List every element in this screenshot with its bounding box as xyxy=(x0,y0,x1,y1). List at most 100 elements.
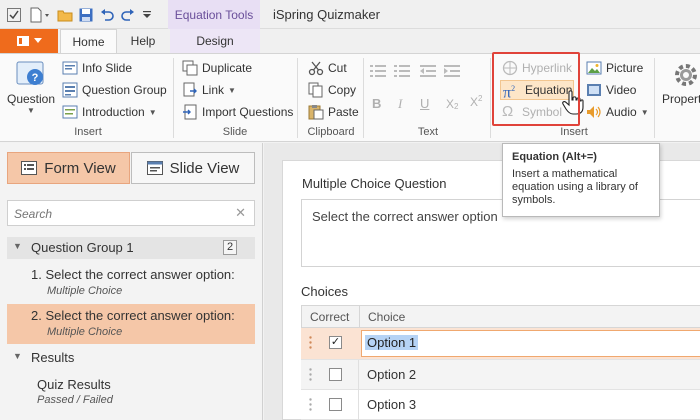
results-title: Quiz Results xyxy=(37,377,111,392)
duplicate-button[interactable]: Duplicate xyxy=(182,60,252,76)
text-group-label: Text xyxy=(417,126,439,138)
duplicate-icon xyxy=(182,60,198,76)
list-item[interactable]: Quiz Results Passed / Failed xyxy=(7,375,255,413)
chevron-down-icon[interactable]: ▼ xyxy=(13,241,22,251)
chevron-down-icon[interactable]: ▼ xyxy=(13,351,22,361)
bullet-list-button[interactable] xyxy=(370,64,386,78)
checkmark-icon[interactable] xyxy=(6,6,22,24)
list-item[interactable]: 1. Select the correct answer option: Mul… xyxy=(7,263,255,303)
question-icon: ? xyxy=(16,61,44,85)
question-group-row[interactable]: ▼ Question Group 1 2 xyxy=(7,237,255,259)
list-item[interactable]: 2. Select the correct answer option: Mul… xyxy=(7,304,255,344)
decrease-indent-button[interactable] xyxy=(420,64,436,78)
table-row[interactable]: ✓ Option 1 xyxy=(301,328,700,360)
info-slide-label: Info Slide xyxy=(82,61,133,75)
question-group-icon xyxy=(62,82,78,98)
bold-button[interactable]: B xyxy=(372,96,381,111)
tooltip-title: Equation (Alt+=) xyxy=(512,151,597,163)
link-label: Link xyxy=(202,83,225,97)
import-questions-label: Import Questions xyxy=(202,105,294,119)
table-row[interactable]: Option 3 xyxy=(301,390,700,420)
choice-text[interactable]: Option 2 xyxy=(367,367,416,382)
audio-label: Audio xyxy=(606,105,637,119)
slide-view-button[interactable]: Slide View xyxy=(131,152,255,184)
choices-heading: Choices xyxy=(301,284,348,299)
paste-button[interactable]: Paste xyxy=(308,104,359,120)
slide-view-label: Slide View xyxy=(169,159,240,177)
group-divider xyxy=(173,58,174,138)
tab-help[interactable]: Help xyxy=(117,29,169,53)
correct-checkbox[interactable] xyxy=(329,368,342,381)
open-folder-icon[interactable] xyxy=(56,6,74,24)
app-title: iSpring Quizmaker xyxy=(273,7,380,22)
close-icon[interactable]: ✕ xyxy=(235,205,246,221)
paste-label: Paste xyxy=(328,105,359,119)
cut-button[interactable]: Cut xyxy=(308,60,347,76)
video-button[interactable]: Video xyxy=(586,82,636,98)
insert-group-label: Insert xyxy=(74,126,102,138)
subscript-button[interactable]: X2 xyxy=(446,96,458,112)
choice-text[interactable]: Option 3 xyxy=(367,397,416,412)
redo-icon[interactable] xyxy=(120,6,136,24)
increase-indent-button[interactable] xyxy=(444,64,460,78)
properties-button[interactable]: Propert xyxy=(662,60,700,122)
column-divider xyxy=(359,306,360,328)
introduction-label: Introduction xyxy=(82,105,145,119)
drag-handle-icon[interactable] xyxy=(309,336,312,349)
drag-handle-icon[interactable] xyxy=(309,368,312,381)
table-row[interactable]: Option 2 xyxy=(301,360,700,390)
scissors-icon xyxy=(308,61,324,76)
italic-button[interactable]: I xyxy=(398,96,402,112)
choice-input[interactable]: Option 1 xyxy=(361,330,700,357)
choice-text: Option 1 xyxy=(365,335,419,350)
underline-button[interactable]: U xyxy=(420,96,429,111)
form-view-button[interactable]: Form View xyxy=(7,152,130,184)
picture-icon xyxy=(586,61,602,75)
form-view-icon xyxy=(21,161,38,175)
question-type: Multiple Choice xyxy=(47,326,123,338)
decrease-indent-icon xyxy=(420,65,436,77)
customize-toolbar-icon[interactable] xyxy=(140,6,154,24)
new-file-icon[interactable] xyxy=(28,6,52,24)
file-menu-button[interactable] xyxy=(0,29,58,53)
column-header-choice: Choice xyxy=(368,310,406,324)
info-slide-button[interactable]: Info Slide xyxy=(62,60,132,76)
duplicate-label: Duplicate xyxy=(202,61,253,75)
tab-home[interactable]: Home xyxy=(60,29,117,54)
undo-icon[interactable] xyxy=(99,6,115,24)
search-input[interactable] xyxy=(14,205,229,222)
results-subtitle: Passed / Failed xyxy=(37,394,113,406)
insert-media-group-label: Insert xyxy=(560,126,588,138)
numbered-list-button[interactable] xyxy=(394,64,410,78)
save-icon[interactable] xyxy=(78,6,94,24)
increase-indent-icon xyxy=(444,65,460,77)
question-type-heading: Multiple Choice Question xyxy=(302,176,447,191)
import-icon xyxy=(183,104,197,120)
hyperlink-button[interactable]: Hyperlink xyxy=(502,60,572,76)
picture-button[interactable]: Picture xyxy=(586,60,643,76)
audio-button[interactable]: Audio ▼ xyxy=(586,104,649,120)
question-count-badge: 2 xyxy=(223,240,237,255)
superscript-button[interactable]: X2 xyxy=(470,94,482,109)
correct-checkbox[interactable]: ✓ xyxy=(329,336,342,349)
import-questions-button[interactable]: Import Questions xyxy=(182,104,293,120)
question-button[interactable]: ? Question ▼ xyxy=(7,60,55,122)
question-group-label: Question Group 1 xyxy=(31,240,134,255)
correct-checkbox[interactable] xyxy=(329,398,342,411)
chevron-down-icon: ▼ xyxy=(27,106,35,115)
link-button[interactable]: Link ▼ xyxy=(182,82,236,98)
introduction-button[interactable]: Introduction ▼ xyxy=(62,104,157,120)
column-divider xyxy=(358,390,359,420)
copy-button[interactable]: Copy xyxy=(308,82,356,98)
tab-design[interactable]: Design xyxy=(170,29,260,53)
symbol-button[interactable]: Ω Symbol xyxy=(502,104,562,120)
bullet-list-icon xyxy=(370,65,386,77)
group-divider xyxy=(363,58,364,138)
properties-label: Propert xyxy=(662,92,700,106)
question-group-button[interactable]: Question Group xyxy=(62,82,167,98)
drag-handle-icon[interactable] xyxy=(309,398,312,411)
group-divider xyxy=(490,58,491,138)
svg-text:?: ? xyxy=(32,72,39,84)
results-group-row[interactable]: ▼ Results xyxy=(7,347,255,369)
question-type: Multiple Choice xyxy=(47,285,123,297)
